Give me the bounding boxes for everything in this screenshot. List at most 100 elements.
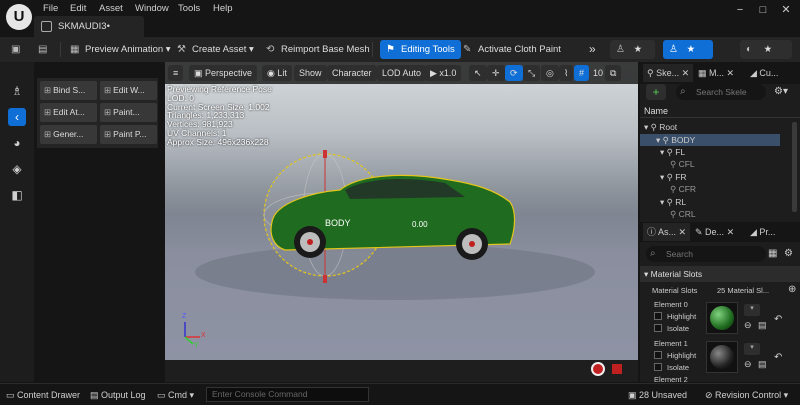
menu-window[interactable]: Window: [135, 3, 169, 14]
overflow-chevron-icon[interactable]: »: [583, 40, 602, 59]
tree-item-rl[interactable]: ▾ ⚲ RL: [660, 196, 686, 208]
physics-mode-button[interactable]: ◐ ★: [740, 40, 792, 59]
stats-line: Approx Size: 496x236x228: [167, 136, 269, 147]
grid-view-icon[interactable]: ▦: [768, 246, 777, 262]
material-0-copy-icon[interactable]: ▤: [758, 320, 767, 331]
material-1-browse-icon[interactable]: ⊖: [744, 359, 752, 370]
cloth-icon[interactable]: ◧: [8, 186, 26, 204]
document-tab[interactable]: SKMAUDI3•: [34, 16, 144, 37]
grid-snap-icon[interactable]: #: [574, 65, 590, 81]
activate-cloth-paint-button[interactable]: ✎ Activate Cloth Paint: [457, 40, 567, 59]
element-0-highlight-checkbox[interactable]: [654, 312, 662, 320]
output-log-button[interactable]: ▤ Output Log: [90, 388, 146, 402]
lit-button[interactable]: ◉ Lit: [262, 65, 292, 81]
tree-item-fl[interactable]: ▾ ⚲ FL: [660, 146, 685, 158]
tab-mesh[interactable]: ▦ M... ✕: [698, 64, 734, 82]
perspective-button[interactable]: ▣ Perspective: [189, 65, 258, 81]
element-0-isolate-checkbox[interactable]: [654, 324, 662, 332]
details-settings-icon[interactable]: ⚙: [784, 246, 793, 262]
tab-details[interactable]: ✎ De... ✕: [695, 223, 734, 241]
material-1-dropdown[interactable]: ▾: [744, 343, 760, 355]
skeleton-settings-icon[interactable]: ⚙▾: [774, 84, 788, 100]
tree-item-fr[interactable]: ▾ ⚲ FR: [660, 171, 687, 183]
maximize-viewport-icon[interactable]: ⧉: [605, 65, 622, 81]
close-icon[interactable]: ✕: [776, 3, 796, 17]
menu-asset[interactable]: Asset: [99, 3, 123, 14]
unsaved-label: 28 Unsaved: [639, 390, 688, 400]
menu-help[interactable]: Help: [213, 3, 233, 14]
edit-weights-tool[interactable]: ⊞ Edit W...: [100, 81, 157, 100]
edit-mode-icon[interactable]: ‹: [8, 108, 26, 126]
world-space-icon[interactable]: ◎: [541, 65, 559, 81]
tab-preview-settings[interactable]: ◢ Pr...: [750, 223, 775, 241]
mesh-cube-icon[interactable]: ◈: [8, 160, 26, 178]
tree-item-cfr[interactable]: ⚲ CFR: [670, 183, 696, 195]
unsaved-button[interactable]: ▣ 28 Unsaved: [628, 388, 687, 402]
viewport-menu-icon[interactable]: ≡: [168, 65, 184, 81]
character-button[interactable]: Character: [327, 65, 377, 81]
bind-skin-tool[interactable]: ⊞ Bind S...: [40, 81, 97, 100]
paint-icon[interactable]: ◕: [8, 134, 26, 152]
tree-item-crl[interactable]: ⚲ CRL: [670, 208, 696, 220]
speed-label: x1.0: [439, 68, 457, 78]
rotate-icon[interactable]: ⟳: [505, 65, 523, 81]
content-drawer-button[interactable]: ▭ Content Drawer: [6, 388, 80, 402]
skeleton-mode-button[interactable]: ♙ ★: [610, 40, 655, 59]
browse-icon[interactable]: ▤: [32, 40, 59, 59]
skeleton-search-input[interactable]: Search Skele: [676, 84, 766, 100]
timeline-bar[interactable]: [165, 360, 638, 382]
paint-property-tool[interactable]: ⊞ Paint P...: [100, 125, 157, 144]
create-asset-button[interactable]: ⚒ Create Asset ▾: [171, 40, 260, 59]
tree-item-body[interactable]: ▾ ⚲ BODY: [640, 134, 780, 146]
material-slots-section[interactable]: ▾ Material Slots: [640, 266, 800, 282]
unreal-logo[interactable]: U: [6, 4, 32, 30]
scale-icon[interactable]: ⤡: [523, 65, 541, 81]
tab-curves[interactable]: ◢ Cu...: [750, 64, 778, 82]
material-0-thumbnail[interactable]: [706, 302, 738, 334]
tab-skeleton[interactable]: ⚲ Ske... ✕: [643, 64, 694, 82]
material-0-dropdown[interactable]: ▾: [744, 304, 760, 316]
lod-button[interactable]: LOD Auto: [377, 65, 427, 81]
tab-asset-details[interactable]: ⓘ As... ✕: [643, 223, 691, 241]
translate-icon[interactable]: ✛: [487, 65, 505, 81]
console-command-input[interactable]: Enter Console Command: [206, 387, 369, 402]
record-icon[interactable]: [591, 362, 605, 376]
tree-item-root[interactable]: ▾ ⚲ Root: [644, 121, 677, 133]
3d-viewport[interactable]: BODY 0.00 X Z Y ≡ ▣ Perspective ◉ Lit Sh…: [165, 62, 638, 382]
menu-tools[interactable]: Tools: [178, 3, 200, 14]
element-1-highlight-checkbox[interactable]: [654, 351, 662, 359]
cmd-dropdown[interactable]: ▭ Cmd ▾: [157, 388, 194, 402]
brush-icon: ✎: [463, 44, 472, 55]
reimport-button[interactable]: ⟲ Reimport Base Mesh: [260, 40, 376, 59]
add-bone-button[interactable]: +: [646, 84, 666, 100]
revision-control-button[interactable]: ⊘ Revision Control ▾: [705, 388, 788, 402]
add-slot-icon[interactable]: ⊕: [788, 284, 796, 295]
paint-tool[interactable]: ⊞ Paint...: [100, 103, 157, 122]
reimport-icon: ⟲: [266, 44, 275, 55]
material-0-reset-icon[interactable]: ↶: [774, 314, 782, 325]
element-1-isolate-checkbox[interactable]: [654, 363, 662, 371]
tree-item-cfl[interactable]: ⚲ CFL: [670, 158, 695, 170]
material-1-thumbnail[interactable]: [706, 341, 738, 373]
show-button[interactable]: Show: [294, 65, 327, 81]
stop-icon[interactable]: [612, 364, 622, 374]
surface-snap-icon[interactable]: ⌇: [559, 65, 574, 81]
material-0-browse-icon[interactable]: ⊖: [744, 320, 752, 331]
menu-file[interactable]: File: [43, 3, 58, 14]
material-1-copy-icon[interactable]: ▤: [758, 359, 767, 370]
edit-attributes-tool[interactable]: ⊞ Edit At...: [40, 103, 97, 122]
menu-edit[interactable]: Edit: [70, 3, 86, 14]
save-icon[interactable]: ▣: [5, 40, 32, 59]
details-search-input[interactable]: Search: [646, 246, 766, 262]
generate-tool[interactable]: ⊞ Gener...: [40, 125, 97, 144]
mesh-mode-button[interactable]: ♙ ★: [663, 40, 713, 59]
minimize-icon[interactable]: −: [730, 3, 750, 17]
playback-speed-button[interactable]: ▶ x1.0: [425, 65, 462, 81]
tree-scrollbar[interactable]: [792, 122, 797, 212]
skin-weights-icon[interactable]: ♗: [8, 82, 26, 100]
preview-animation-button[interactable]: ▦ Preview Animation ▾: [64, 40, 177, 59]
maximize-icon[interactable]: □: [753, 3, 773, 17]
select-icon[interactable]: ↖: [469, 65, 487, 81]
editing-tools-button[interactable]: ⚑ Editing Tools: [380, 40, 461, 59]
material-1-reset-icon[interactable]: ↶: [774, 352, 782, 363]
